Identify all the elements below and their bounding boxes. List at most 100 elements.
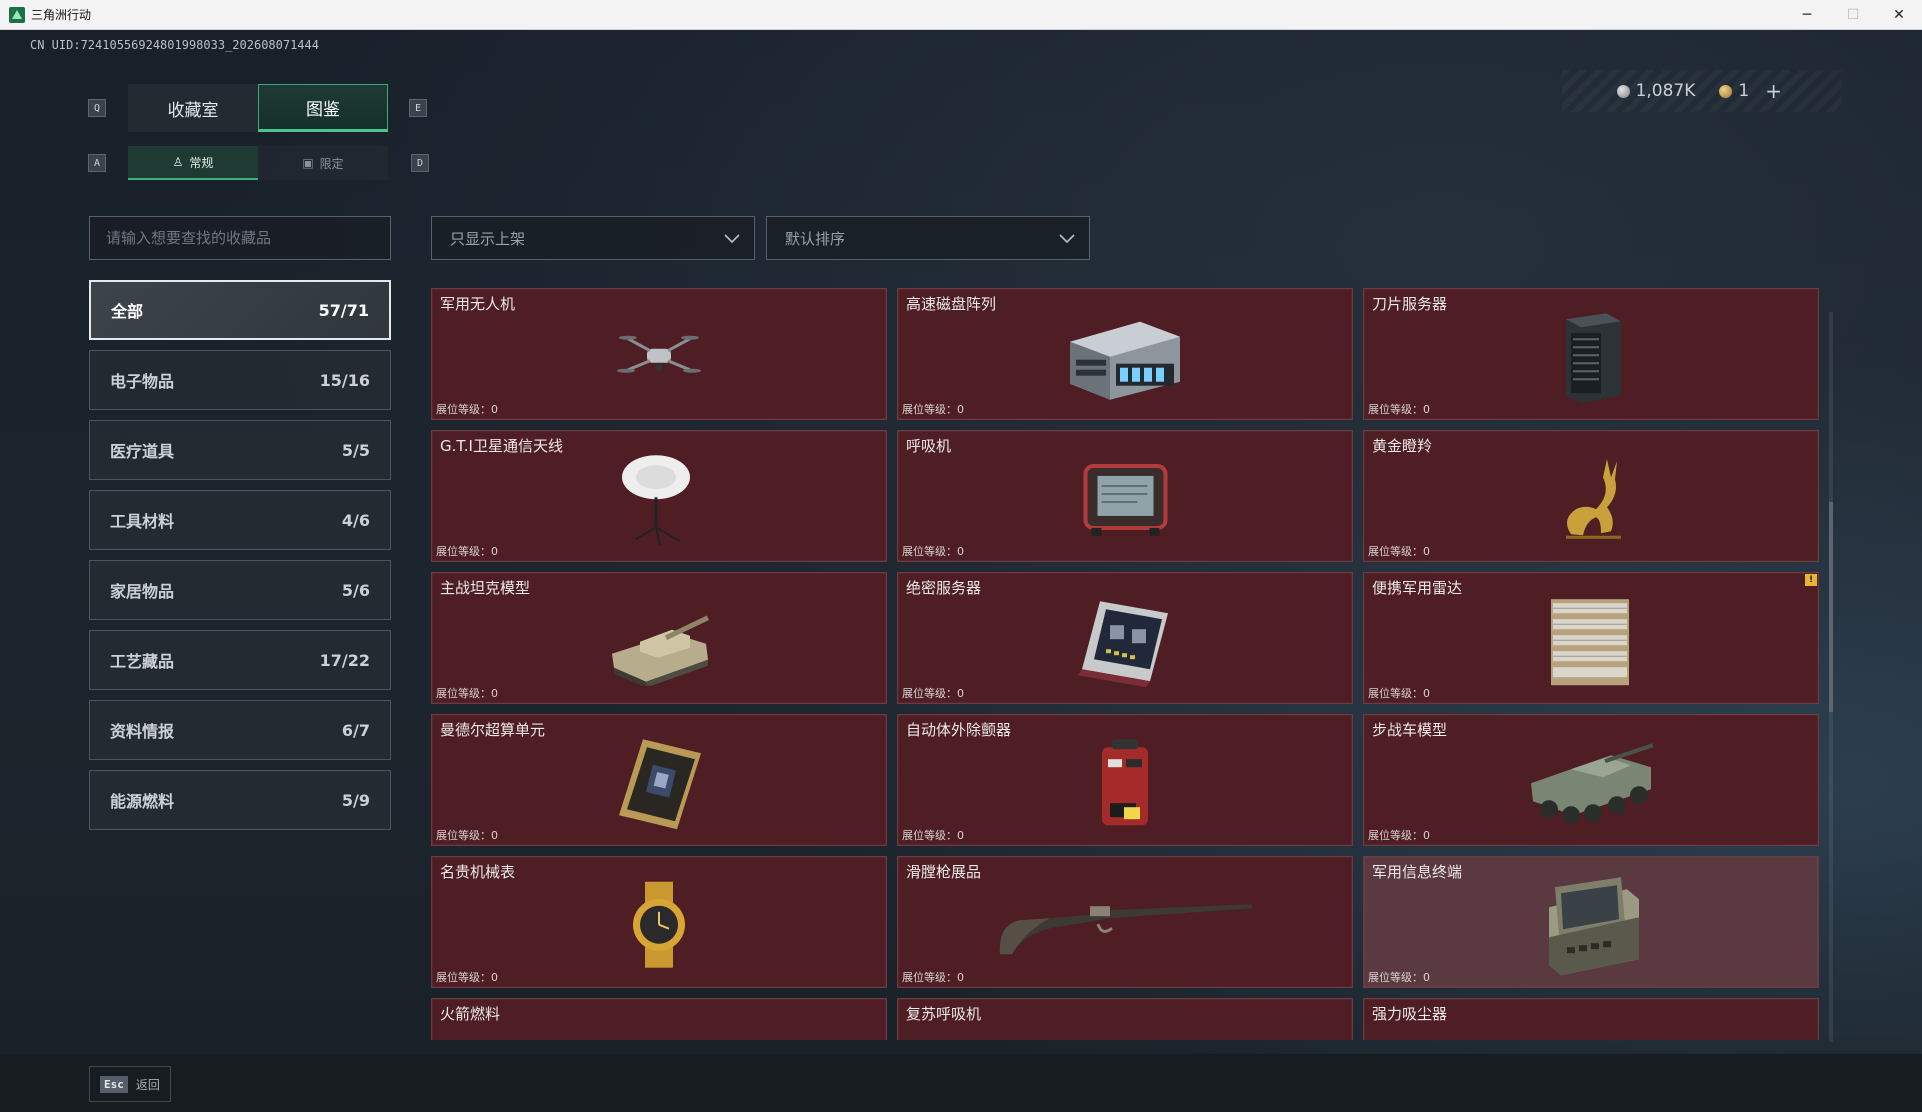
tank-model-icon xyxy=(604,596,714,690)
category-electronics[interactable]: 电子物品 15/16 xyxy=(89,350,391,410)
display-level: 展位等级：0 xyxy=(902,687,964,700)
silver-currency: 1,087K xyxy=(1616,81,1695,101)
category-all[interactable]: 全部 57/71 xyxy=(89,280,391,340)
display-level: 展位等级：0 xyxy=(902,829,964,842)
collectible-name: 便携军用雷达 xyxy=(1372,579,1463,597)
maximize-button[interactable]: ☐ xyxy=(1830,0,1876,30)
category-intel[interactable]: 资料情报 6/7 xyxy=(89,700,391,760)
chevron-down-icon xyxy=(1059,234,1075,244)
gold-gazelle-icon xyxy=(1541,449,1641,553)
key-hint-d: D xyxy=(411,154,429,172)
search-input[interactable] xyxy=(106,229,390,247)
collectible-card[interactable]: 高速磁盘阵列 展位等级：0 xyxy=(897,288,1353,420)
vacuum-icon xyxy=(1561,1035,1621,1040)
chevron-down-icon xyxy=(724,234,740,244)
collectible-name: 黄金瞪羚 xyxy=(1372,437,1433,455)
ifv-model-icon xyxy=(1521,733,1661,837)
category-count: 5/5 xyxy=(341,440,370,460)
app-logo-icon xyxy=(9,6,25,23)
category-tools[interactable]: 工具材料 4/6 xyxy=(89,490,391,550)
category-household[interactable]: 家居物品 5/6 xyxy=(89,560,391,620)
add-currency-button[interactable]: + xyxy=(1765,79,1782,103)
scrollbar-thumb[interactable] xyxy=(1829,502,1833,712)
game-viewport: CN UID:7241055692480199803​3_20260807144… xyxy=(0,30,1922,1112)
back-button[interactable]: Esc 返回 xyxy=(89,1066,171,1102)
satellite-dish-icon xyxy=(614,449,704,553)
sort-dropdown[interactable]: 默认排序 xyxy=(766,216,1090,260)
collectible-name: 曼德尔超算单元 xyxy=(440,721,546,739)
disk-array-icon xyxy=(1060,312,1190,406)
collectible-name: 军用信息终端 xyxy=(1372,863,1463,881)
collectible-card[interactable]: 滑膛枪展品展位等级：0 xyxy=(897,856,1353,988)
collectible-name: 主战坦克模型 xyxy=(440,579,531,597)
key-hint-a: A xyxy=(88,154,106,172)
category-energy[interactable]: 能源燃料 5/9 xyxy=(89,770,391,830)
category-label: 电子物品 xyxy=(110,372,175,391)
collectible-name: G.T.I卫星通信天线 xyxy=(440,437,563,455)
collectible-name: 自动体外除颤器 xyxy=(906,721,1012,739)
display-level: 展位等级：0 xyxy=(436,403,498,416)
gold-currency: 1 + xyxy=(1719,79,1782,103)
collectible-card[interactable]: 便携军用雷达! 展位等级：0 xyxy=(1363,572,1819,704)
sub-tabs: ♙ 常规 ▣ 限定 xyxy=(128,146,388,180)
display-level: 展位等级：0 xyxy=(902,545,964,558)
collectible-card[interactable]: 军用信息终端 展位等级：0 xyxy=(1363,856,1819,988)
collectible-name: 高速磁盘阵列 xyxy=(906,295,997,313)
collectible-grid: 军用无人机 展位等级：0 高速磁盘阵列 展位等级：0 刀片服务器 展位等级：0 G.T.I卫… xyxy=(431,288,1821,1040)
subtab-limited-label: 限定 xyxy=(319,156,344,171)
limited-icon: ▣ xyxy=(302,156,314,170)
display-level: 展位等级：0 xyxy=(902,971,964,984)
collectible-card[interactable]: 绝密服务器展位等级：0 xyxy=(897,572,1353,704)
collectible-card[interactable]: 步战车模型 展位等级：0 xyxy=(1363,714,1819,846)
collectible-card[interactable]: 名贵机械表 展位等级：0 xyxy=(431,856,887,988)
collectible-name: 滑膛枪展品 xyxy=(906,863,982,881)
collectible-card[interactable]: 呼吸机 展位等级：0 xyxy=(897,430,1353,562)
currency-bar: 1,087K 1 + xyxy=(1562,70,1842,112)
display-level: 展位等级：0 xyxy=(1368,545,1430,558)
top-tabs: 收藏室 图鉴 xyxy=(128,84,388,132)
category-label: 工艺藏品 xyxy=(110,652,175,671)
category-label: 医疗道具 xyxy=(110,442,175,461)
category-label: 资料情报 xyxy=(110,722,175,741)
collectible-card[interactable]: 自动体外除颤器展位等级：0 xyxy=(897,714,1353,846)
minimize-button[interactable]: ─ xyxy=(1784,0,1830,30)
display-level: 展位等级：0 xyxy=(1368,829,1430,842)
category-medical[interactable]: 医疗道具 5/5 xyxy=(89,420,391,480)
grid-scrollbar[interactable] xyxy=(1829,312,1833,1042)
subtab-regular[interactable]: ♙ 常规 xyxy=(128,146,258,180)
tab-collection-room[interactable]: 收藏室 xyxy=(128,84,258,132)
filter-value: 只显示上架 xyxy=(450,229,526,248)
subtab-regular-label: 常规 xyxy=(189,155,214,170)
collectible-card[interactable]: 强力吸尘器展位等级：0 xyxy=(1363,998,1819,1040)
secret-server-icon xyxy=(1070,591,1180,695)
collectible-card[interactable]: 火箭燃料展位等级：0 xyxy=(431,998,887,1040)
subtab-limited[interactable]: ▣ 限定 xyxy=(258,146,388,180)
category-count: 15/16 xyxy=(319,370,370,390)
blade-server-icon xyxy=(1551,307,1631,411)
collectible-name: 绝密服务器 xyxy=(906,579,982,597)
watch-icon xyxy=(619,880,699,974)
filter-dropdown[interactable]: 只显示上架 xyxy=(431,216,755,260)
collectible-card[interactable]: 复苏呼吸机展位等级：0 xyxy=(897,998,1353,1040)
tab-catalog[interactable]: 图鉴 xyxy=(258,84,388,132)
category-count: 6/7 xyxy=(341,720,370,740)
collectible-card[interactable]: 主战坦克模型 展位等级：0 xyxy=(431,572,887,704)
collectible-card[interactable]: 刀片服务器 展位等级：0 xyxy=(1363,288,1819,420)
sort-value: 默认排序 xyxy=(785,229,846,248)
collectible-name: 复苏呼吸机 xyxy=(906,1005,982,1023)
alert-badge-icon: ! xyxy=(1805,574,1817,586)
category-count: 5/6 xyxy=(341,580,370,600)
gold-coin-icon xyxy=(1719,84,1733,98)
collectible-card[interactable]: 曼德尔超算单元 展位等级：0 xyxy=(431,714,887,846)
window-titlebar: 三角洲行动 ─ ☐ ✕ xyxy=(0,0,1922,30)
collectible-card[interactable]: 军用无人机展位等级：0 xyxy=(431,288,887,420)
collectible-card[interactable]: G.T.I卫星通信天线 展位等级：0 xyxy=(431,430,887,562)
regular-icon: ♙ xyxy=(172,155,184,169)
search-box[interactable] xyxy=(89,216,391,260)
category-crafts[interactable]: 工艺藏品 17/22 xyxy=(89,630,391,690)
player-uid: CN UID:7241055692480199803​3_20260807144… xyxy=(30,38,319,52)
collectible-name: 军用无人机 xyxy=(440,295,516,313)
close-button[interactable]: ✕ xyxy=(1876,0,1922,30)
window-title: 三角洲行动 xyxy=(31,8,92,22)
collectible-card[interactable]: 黄金瞪羚展位等级：0 xyxy=(1363,430,1819,562)
